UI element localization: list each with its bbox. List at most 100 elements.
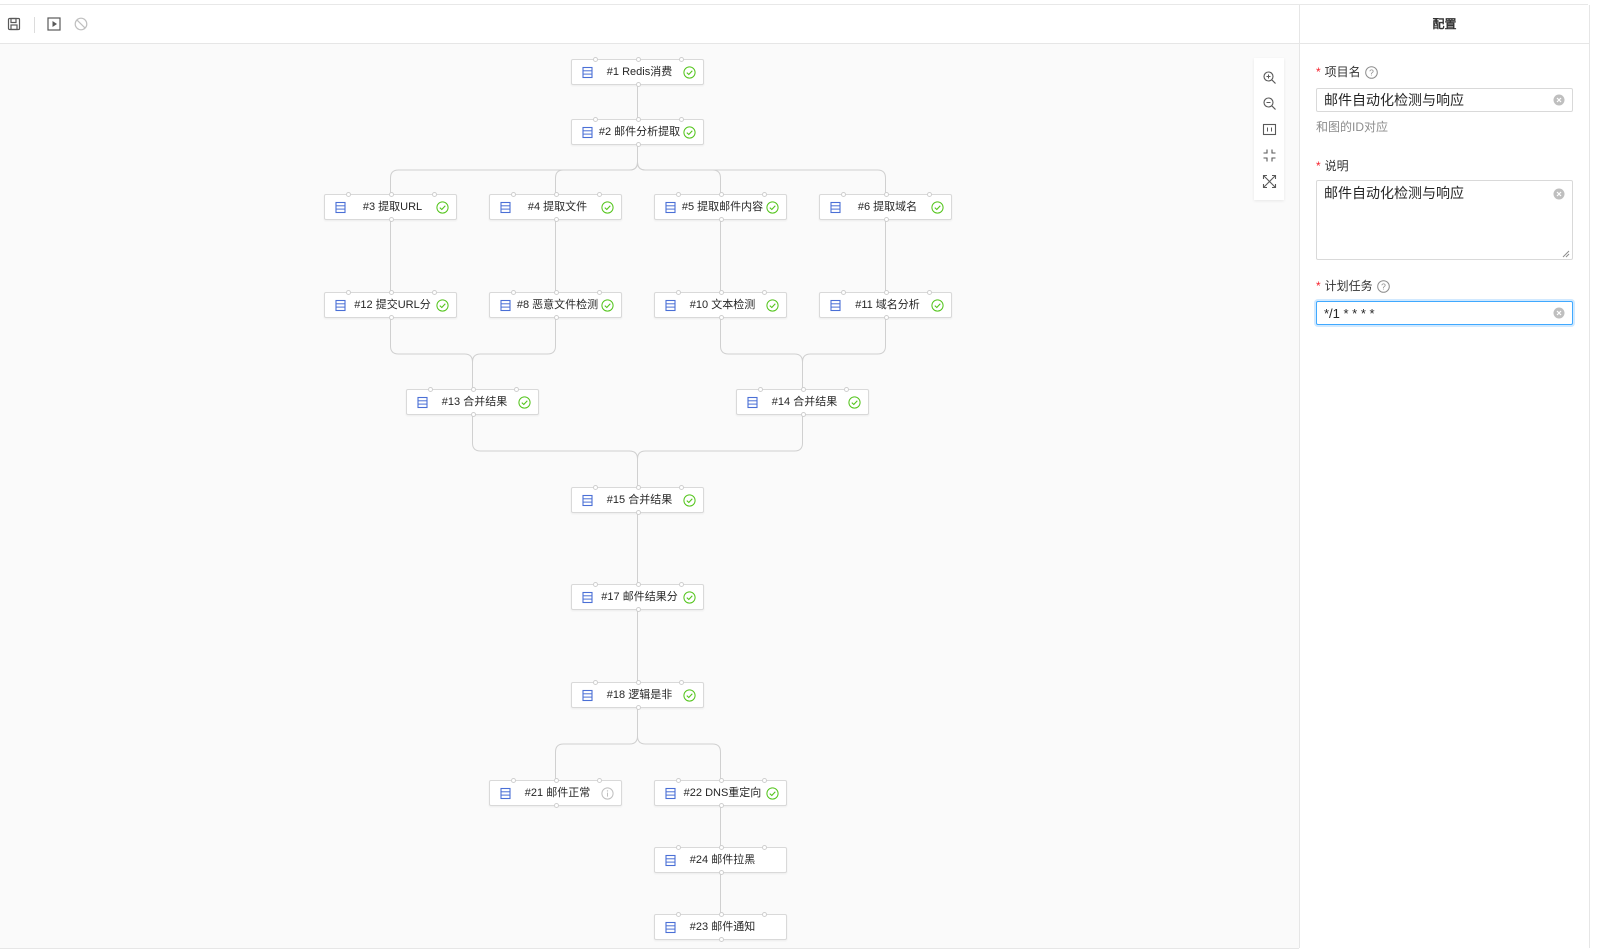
node-label: #11 域名分析 xyxy=(855,299,920,311)
help-icon[interactable]: ? xyxy=(1376,280,1390,293)
task-icon xyxy=(665,201,676,214)
workflow-edge[interactable] xyxy=(637,708,721,780)
success-check-icon xyxy=(766,201,779,214)
success-check-icon xyxy=(518,396,531,409)
svg-text:?: ? xyxy=(1381,282,1386,292)
node-label: #5 提取邮件内容 xyxy=(681,201,764,213)
node-label: #18 逻辑是非 xyxy=(606,689,673,701)
workflow-edge[interactable] xyxy=(637,415,803,487)
success-check-icon xyxy=(683,66,696,79)
success-check-icon xyxy=(683,591,696,604)
success-check-icon xyxy=(683,689,696,702)
project-name-label: * 项目名? xyxy=(1316,63,1378,80)
task-icon xyxy=(500,201,511,214)
clear-icon[interactable] xyxy=(1553,94,1565,106)
clear-icon[interactable] xyxy=(1553,307,1565,319)
workflow-node[interactable]: #13 合并结果 xyxy=(406,387,539,417)
success-check-icon xyxy=(848,396,861,409)
workflow-node[interactable]: #2 邮件分析提取 xyxy=(571,117,704,147)
workflow-edge[interactable] xyxy=(472,318,556,389)
disable-icon[interactable] xyxy=(73,16,89,32)
workflow-node[interactable]: #3 提取URL xyxy=(324,192,457,222)
workflow-node[interactable]: #14 合并结果 xyxy=(736,387,869,417)
zoom-out-icon[interactable] xyxy=(1262,96,1277,111)
workflow-node[interactable]: #1 Redis消费 xyxy=(571,57,704,87)
node-label: #8 恶意文件检测 xyxy=(516,299,599,311)
node-label: #3 提取URL xyxy=(362,201,423,213)
clear-icon[interactable] xyxy=(1553,188,1565,200)
success-check-icon xyxy=(601,201,614,214)
task-icon xyxy=(582,126,593,139)
workflow-edge[interactable] xyxy=(390,318,473,389)
task-icon xyxy=(665,921,676,934)
help-icon[interactable]: ? xyxy=(1364,66,1378,79)
run-icon[interactable] xyxy=(46,16,62,32)
node-label: #21 邮件正常 xyxy=(524,787,591,799)
info-icon xyxy=(601,787,614,800)
workflow-edge[interactable] xyxy=(720,318,803,389)
workflow-node[interactable]: #23 邮件通知 xyxy=(654,912,787,942)
success-check-icon xyxy=(436,201,449,214)
schedule-input[interactable] xyxy=(1316,301,1573,325)
success-check-icon xyxy=(766,299,779,312)
workflow-node[interactable]: #12 提交URL分 xyxy=(324,290,457,320)
workflow-edge[interactable] xyxy=(802,318,886,389)
save-icon[interactable] xyxy=(6,16,22,32)
node-label: #1 Redis消费 xyxy=(606,66,673,78)
success-check-icon xyxy=(683,126,696,139)
task-icon xyxy=(582,66,593,79)
description-label: * 说明 xyxy=(1316,159,1349,173)
window-gutter xyxy=(1590,0,1612,948)
toolbar-divider xyxy=(34,17,35,33)
workflow-node[interactable]: #8 恶意文件检测 xyxy=(489,290,622,320)
workflow-node[interactable]: #18 逻辑是非 xyxy=(571,680,704,710)
node-label: #17 邮件结果分 xyxy=(601,591,678,603)
task-icon xyxy=(500,299,511,312)
fullscreen-icon[interactable] xyxy=(1262,174,1277,189)
workflow-editor: #1 Redis消费 #2 邮件分析提取 #3 提取URL #4 提取文件 #5 提取邮… xyxy=(0,4,1590,949)
task-icon xyxy=(747,396,758,409)
panel-title: 配置 xyxy=(1300,5,1589,44)
node-label: #2 邮件分析提取 xyxy=(598,126,681,138)
workflow-node[interactable]: #4 提取文件 xyxy=(489,192,622,222)
collapse-icon[interactable] xyxy=(1262,148,1277,163)
task-icon xyxy=(335,299,346,312)
workflow-node[interactable]: #10 文本检测 xyxy=(654,290,787,320)
workflow-edge[interactable] xyxy=(555,708,638,780)
workflow-node[interactable]: #15 合并结果 xyxy=(571,485,704,515)
workflow-node[interactable]: #24 邮件拉黑 xyxy=(654,845,787,875)
success-check-icon xyxy=(931,201,944,214)
task-icon xyxy=(665,854,676,867)
workflow-edge[interactable] xyxy=(555,145,638,194)
resize-handle-icon[interactable] xyxy=(1562,250,1570,258)
node-label: #23 邮件通知 xyxy=(689,921,756,933)
description-textarea[interactable]: 邮件自动化检测与响应 xyxy=(1316,180,1573,260)
workflow-node[interactable]: #21 邮件正常 xyxy=(489,778,622,808)
node-label: #6 提取域名 xyxy=(857,201,918,213)
fit-view-icon[interactable] xyxy=(1262,122,1277,137)
workflow-node[interactable]: #11 域名分析 xyxy=(819,290,952,320)
workflow-edge[interactable] xyxy=(637,145,886,194)
task-icon xyxy=(830,201,841,214)
node-label: #15 合并结果 xyxy=(606,494,673,506)
workflow-edge[interactable] xyxy=(472,415,638,487)
node-label: #10 文本检测 xyxy=(689,299,756,311)
task-icon xyxy=(830,299,841,312)
success-check-icon xyxy=(601,299,614,312)
project-name-hint: 和图的ID对应 xyxy=(1316,120,1389,134)
workflow-canvas[interactable]: #1 Redis消费 #2 邮件分析提取 #3 提取URL #4 提取文件 #5 提取邮… xyxy=(0,44,1299,949)
workflow-node[interactable]: #22 DNS重定向 xyxy=(654,778,787,808)
schedule-label: * 计划任务? xyxy=(1316,277,1390,294)
workflow-node[interactable]: #17 邮件结果分 xyxy=(571,582,704,612)
svg-text:?: ? xyxy=(1369,68,1374,78)
workflow-node[interactable]: #6 提取域名 xyxy=(819,192,952,222)
zoom-in-icon[interactable] xyxy=(1262,70,1277,85)
success-check-icon xyxy=(436,299,449,312)
node-label: #22 DNS重定向 xyxy=(683,787,762,799)
node-label: #24 邮件拉黑 xyxy=(689,854,756,866)
task-icon xyxy=(582,494,593,507)
required-mark: * xyxy=(1316,159,1321,173)
project-name-input[interactable] xyxy=(1316,88,1573,112)
task-icon xyxy=(582,689,593,702)
workflow-node[interactable]: #5 提取邮件内容 xyxy=(654,192,787,222)
